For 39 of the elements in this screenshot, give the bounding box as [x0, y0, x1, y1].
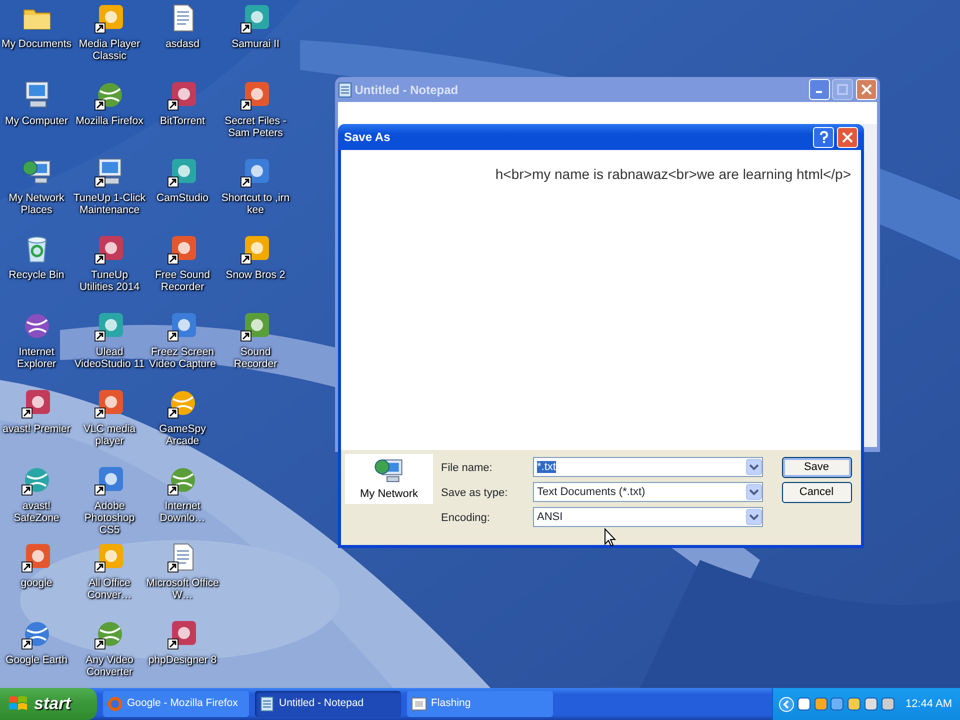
start-button[interactable]: start	[0, 688, 97, 720]
notepad-icon	[338, 82, 352, 98]
tray-icon[interactable]	[830, 697, 844, 711]
taskbar-button[interactable]: Google - Mozilla Firefox	[103, 691, 249, 717]
scrollbar[interactable]	[863, 124, 877, 447]
field-label: File name:	[441, 460, 494, 476]
window-icon	[411, 696, 427, 712]
places-bar-item[interactable]: My Network	[345, 454, 433, 504]
dialog-title: Save As	[344, 129, 390, 146]
file-preview-text: h<br>my name is rabnawaz<br>we are learning html</p>	[495, 166, 851, 182]
windows-logo-icon	[8, 695, 28, 713]
dropdown-field[interactable]: Text Documents (*.txt)	[533, 482, 763, 502]
tray-icon[interactable]	[847, 697, 862, 711]
field-label: Save as type:	[441, 486, 509, 501]
taskbar-button[interactable]: Flashing	[407, 691, 553, 717]
close-button[interactable]	[856, 79, 877, 100]
mouse-pointer-icon	[604, 528, 616, 547]
maximize-icon	[837, 84, 848, 95]
close-icon	[861, 84, 872, 95]
chevron-left-icon[interactable]	[778, 696, 794, 712]
help-icon	[818, 130, 829, 144]
field-label: Encoding:	[441, 510, 491, 526]
close-button[interactable]	[837, 126, 858, 148]
notepad-icon	[259, 696, 275, 712]
clock: 12:44 AM	[906, 696, 952, 712]
minimize-button[interactable]	[808, 79, 830, 100]
close-icon	[842, 132, 853, 142]
taskbar-button[interactable]: Untitled - Notepad	[255, 691, 401, 717]
tray-icon[interactable]	[814, 697, 828, 711]
dropdown-field[interactable]: *.txt	[533, 456, 763, 477]
tray-icon[interactable]	[864, 697, 878, 711]
dialog-button[interactable]: Save	[782, 456, 852, 478]
globe-icon	[107, 696, 123, 712]
help-button[interactable]	[813, 126, 834, 148]
window-title: Untitled - Notepad	[354, 82, 458, 98]
tray-icon[interactable]	[880, 697, 895, 711]
dropdown-field[interactable]: ANSI	[533, 506, 763, 527]
tray-icon[interactable]	[796, 697, 811, 711]
dialog-button[interactable]: Cancel	[782, 482, 852, 503]
